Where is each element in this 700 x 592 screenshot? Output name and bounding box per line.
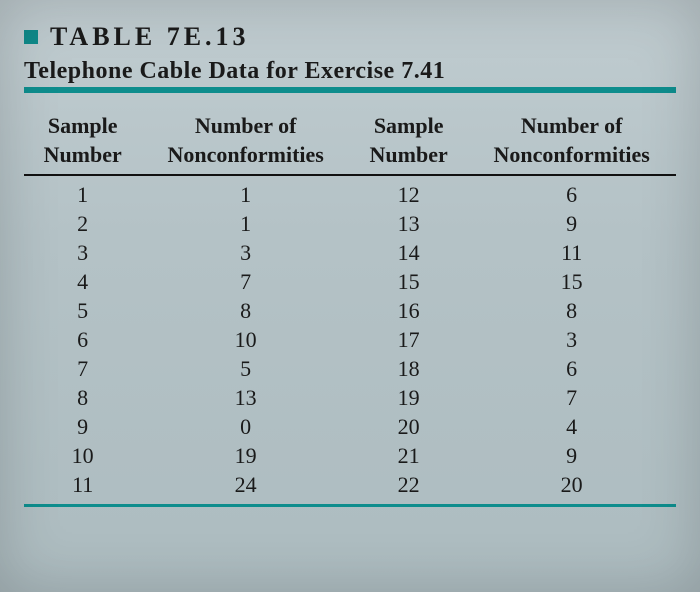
table-cell: 22 xyxy=(350,470,467,504)
table-title-row: TABLE 7E.13 xyxy=(24,22,676,52)
table-cell: 24 xyxy=(141,470,350,504)
header-sample-number-left-bot: Number xyxy=(24,140,141,174)
table-cell: 3 xyxy=(467,325,676,354)
table-cell: 12 xyxy=(350,175,467,209)
table-cell: 13 xyxy=(141,383,350,412)
table-cell: 6 xyxy=(467,354,676,383)
table-cell: 2 xyxy=(24,209,141,238)
table-cell: 20 xyxy=(350,412,467,441)
table-cell: 17 xyxy=(350,325,467,354)
table-row: 331411 xyxy=(24,238,676,267)
table-cell: 9 xyxy=(467,209,676,238)
table-cell: 15 xyxy=(467,267,676,296)
table-row: 813197 xyxy=(24,383,676,412)
table-row: 1019219 xyxy=(24,441,676,470)
table-row: 58168 xyxy=(24,296,676,325)
table-row: 90204 xyxy=(24,412,676,441)
table-cell: 1 xyxy=(24,175,141,209)
table-row: 11126 xyxy=(24,175,676,209)
square-bullet-icon xyxy=(24,30,38,44)
page: TABLE 7E.13 Telephone Cable Data for Exe… xyxy=(0,0,700,592)
table-row: 610173 xyxy=(24,325,676,354)
table-cell: 1 xyxy=(141,209,350,238)
table-cell: 6 xyxy=(24,325,141,354)
table-row: 471515 xyxy=(24,267,676,296)
header-nonconformities-left-bot: Nonconformities xyxy=(141,140,350,174)
header-sample-number-left-top: Sample xyxy=(24,111,141,140)
data-table: Sample Number of Sample Number of Number… xyxy=(24,111,676,504)
table-cell: 3 xyxy=(24,238,141,267)
table-cell: 11 xyxy=(467,238,676,267)
table-cell: 7 xyxy=(467,383,676,412)
table-header: Sample Number of Sample Number of Number… xyxy=(24,111,676,175)
top-rule xyxy=(24,87,676,93)
header-nonconformities-right-bot: Nonconformities xyxy=(467,140,676,174)
table-cell: 5 xyxy=(24,296,141,325)
table-body: 1112621139331411471515581686101737518681… xyxy=(24,175,676,504)
table-cell: 0 xyxy=(141,412,350,441)
table-cell: 10 xyxy=(141,325,350,354)
table-cell: 10 xyxy=(24,441,141,470)
table-cell: 11 xyxy=(24,470,141,504)
table-label: TABLE 7E.13 xyxy=(50,22,250,52)
table-cell: 8 xyxy=(24,383,141,412)
table-cell: 21 xyxy=(350,441,467,470)
table-cell: 15 xyxy=(350,267,467,296)
table-row: 21139 xyxy=(24,209,676,238)
table-cell: 9 xyxy=(467,441,676,470)
table-cell: 4 xyxy=(24,267,141,296)
table-cell: 19 xyxy=(141,441,350,470)
header-sample-number-right-bot: Number xyxy=(350,140,467,174)
table-cell: 19 xyxy=(350,383,467,412)
table-cell: 18 xyxy=(350,354,467,383)
header-nonconformities-right-top: Number of xyxy=(467,111,676,140)
table-cell: 9 xyxy=(24,412,141,441)
table-cell: 8 xyxy=(141,296,350,325)
table-subtitle: Telephone Cable Data for Exercise 7.41 xyxy=(24,58,676,85)
table-cell: 8 xyxy=(467,296,676,325)
table-cell: 20 xyxy=(467,470,676,504)
table-cell: 13 xyxy=(350,209,467,238)
table-row: 75186 xyxy=(24,354,676,383)
table-row: 11242220 xyxy=(24,470,676,504)
table-cell: 14 xyxy=(350,238,467,267)
table-cell: 1 xyxy=(141,175,350,209)
table-cell: 4 xyxy=(467,412,676,441)
table-cell: 5 xyxy=(141,354,350,383)
table-cell: 16 xyxy=(350,296,467,325)
table-cell: 7 xyxy=(141,267,350,296)
table-cell: 6 xyxy=(467,175,676,209)
header-sample-number-right-top: Sample xyxy=(350,111,467,140)
header-nonconformities-left-top: Number of xyxy=(141,111,350,140)
table-cell: 7 xyxy=(24,354,141,383)
bottom-rule xyxy=(24,504,676,507)
table-cell: 3 xyxy=(141,238,350,267)
